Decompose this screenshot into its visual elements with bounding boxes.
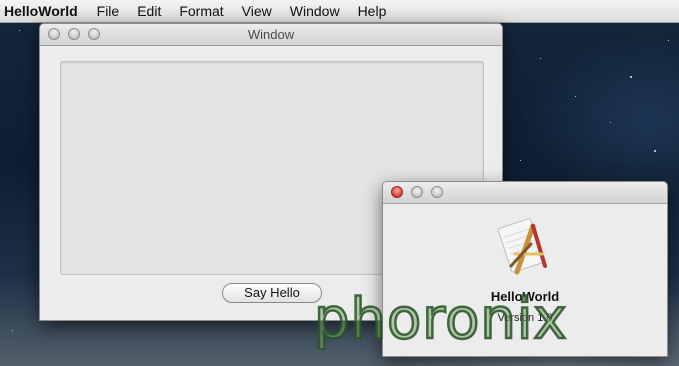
star (12, 330, 13, 331)
say-hello-button[interactable]: Say Hello (222, 283, 322, 303)
star (610, 122, 611, 123)
star (520, 160, 521, 161)
star (575, 96, 576, 97)
menu-edit[interactable]: Edit (128, 0, 170, 22)
close-button[interactable] (391, 186, 403, 198)
star (630, 76, 632, 78)
menu-bar: HelloWorld File Edit Format View Window … (0, 0, 679, 23)
xcode-app-icon (497, 218, 547, 275)
menu-app-name[interactable]: HelloWorld (0, 0, 88, 22)
watermark-text: phoronix (314, 290, 568, 350)
window-title: Window (247, 27, 295, 42)
star (668, 40, 669, 41)
star (654, 150, 656, 152)
star (540, 58, 541, 59)
minimize-button[interactable] (411, 186, 423, 198)
menu-window[interactable]: Window (281, 0, 349, 22)
menu-help[interactable]: Help (349, 0, 396, 22)
menu-view[interactable]: View (233, 0, 281, 22)
star (19, 30, 20, 31)
main-window-titlebar[interactable]: Window (40, 24, 502, 46)
zoom-button[interactable] (431, 186, 443, 198)
menu-file[interactable]: File (88, 0, 129, 22)
phoronix-watermark: phoronix (313, 290, 568, 350)
menu-format[interactable]: Format (170, 0, 232, 22)
about-window-titlebar[interactable] (383, 182, 667, 204)
